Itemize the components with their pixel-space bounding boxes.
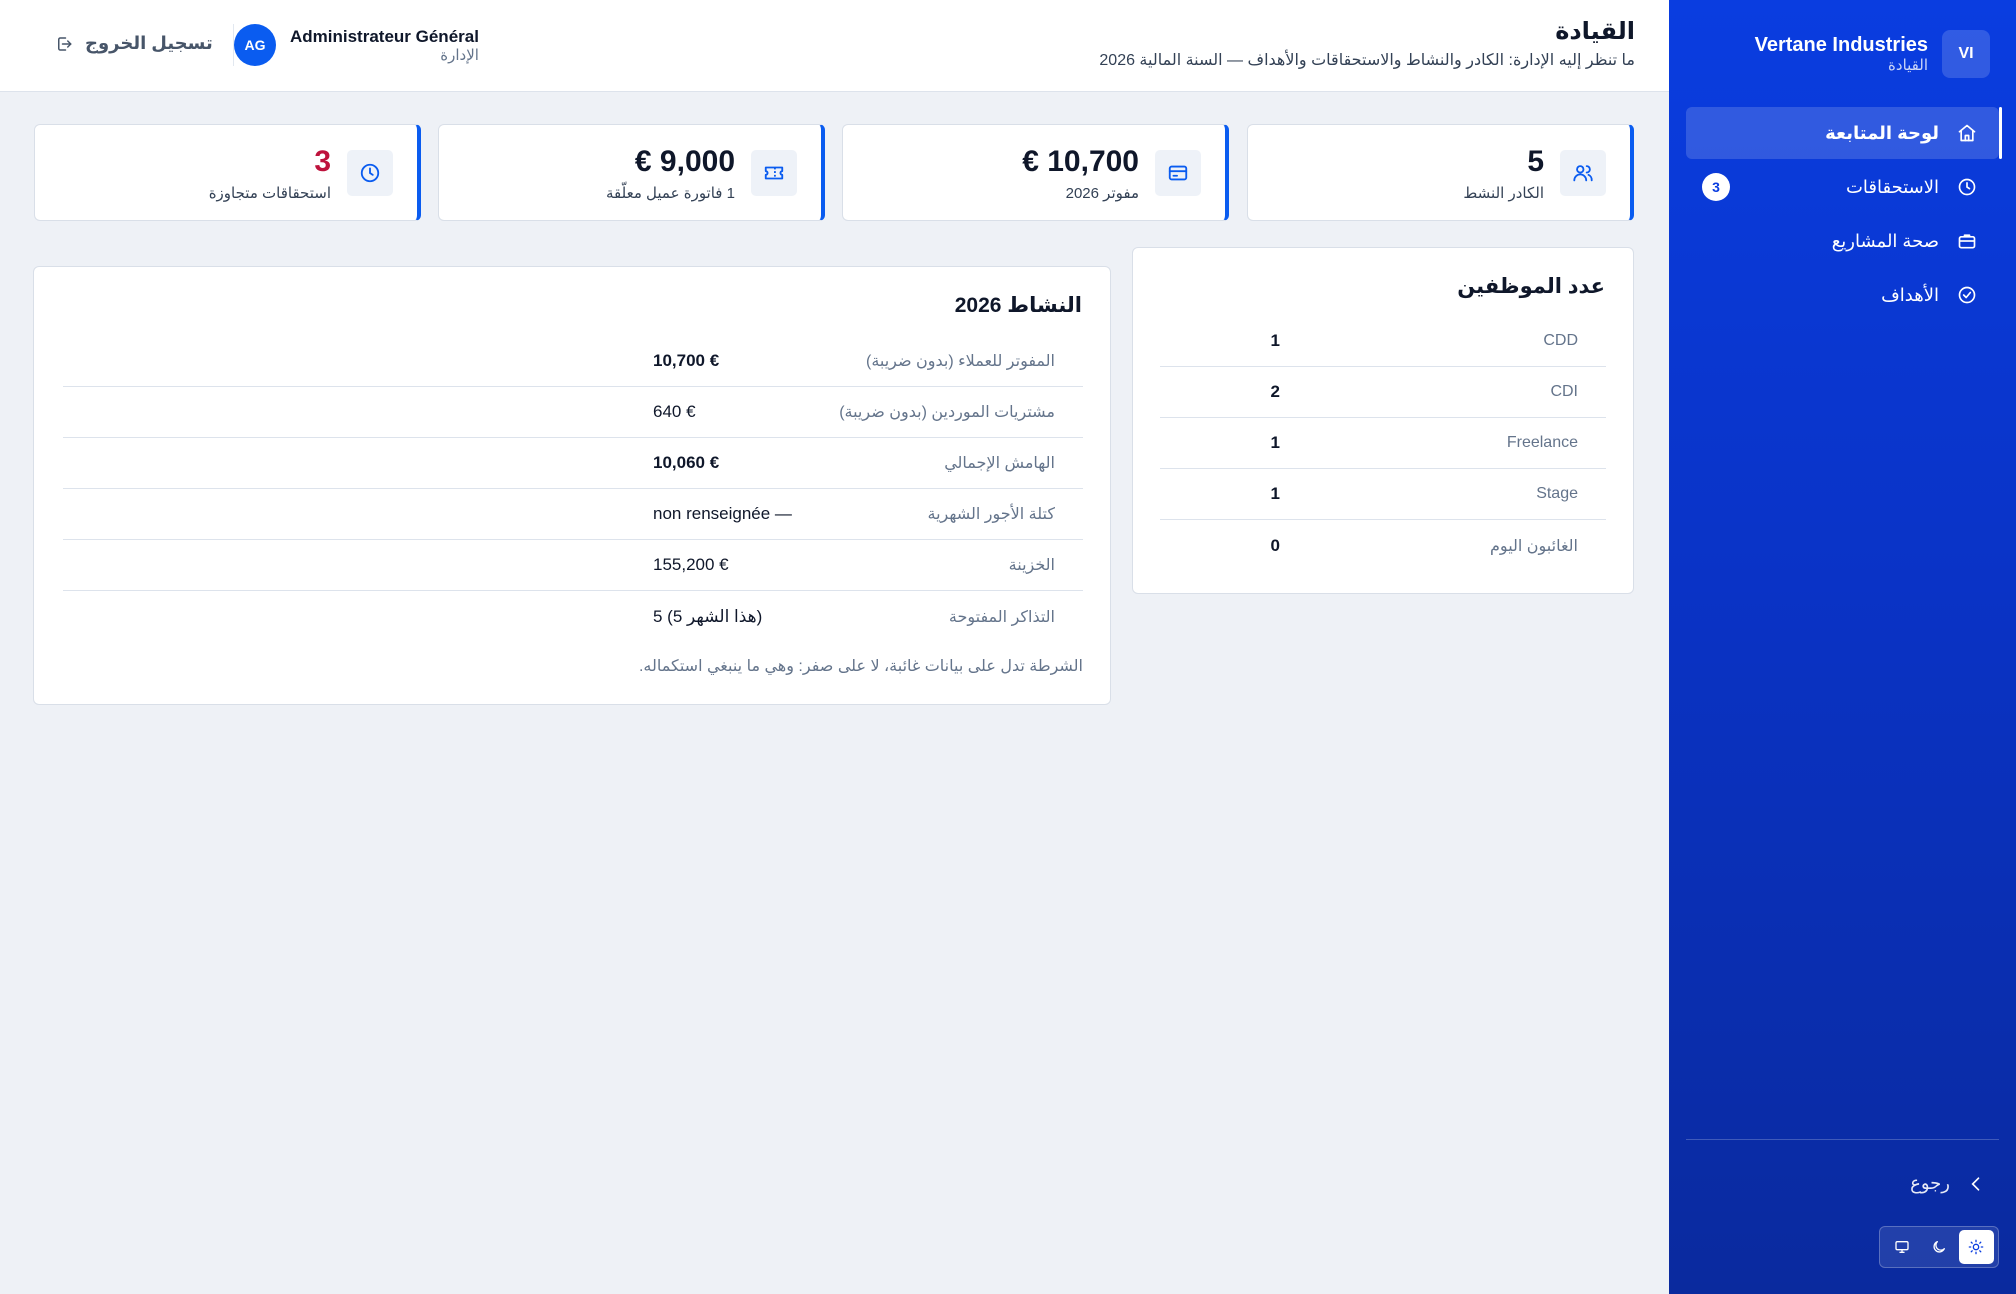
- header-divider: [233, 24, 234, 66]
- row-value: non renseignée —: [653, 504, 792, 523]
- briefcase-icon: [1957, 231, 1977, 251]
- user-info: Administrateur Général الإدارة: [290, 27, 479, 64]
- top-header: القيادة ما تنظر إليه الإدارة: الكادر وال…: [0, 0, 1669, 92]
- brand-subtitle: القيادة: [1888, 57, 1928, 74]
- credit-card-icon: [1155, 150, 1201, 196]
- stat-cards: 5 الكادر النشط € 10,700 مفوتر 2026 € 9,0…: [34, 124, 1634, 221]
- sidebar-item-goals[interactable]: الأهداف: [1686, 269, 1999, 321]
- table-row: كتلة الأجور الشهرية non renseignée —: [63, 489, 1083, 540]
- row-label: CDD: [1543, 332, 1578, 349]
- back-button[interactable]: رجوع: [1910, 1173, 1986, 1194]
- moon-icon: [1933, 1241, 1946, 1253]
- stat-label: استحقاقات متجاوزة: [208, 185, 331, 202]
- table-row: مشتريات الموردين (بدون ضريبة) € 640: [63, 387, 1083, 438]
- ticket-icon: [751, 150, 797, 196]
- table-row: Freelance 1: [1160, 418, 1606, 469]
- table-row: CDI 2: [1160, 367, 1606, 418]
- stat-value: 3: [314, 145, 331, 178]
- headcount-table: CDD 1 CDI 2 Freelance 1 Stage 1 الغائبون…: [1160, 316, 1606, 571]
- table-row: المفوتر للعملاء (بدون ضريبة) € 10,700: [63, 336, 1083, 387]
- row-label: Freelance: [1506, 434, 1578, 451]
- sidebar-item-deadlines[interactable]: الاستحقاقات 3: [1686, 161, 1999, 213]
- row-value: € 155,200: [653, 555, 729, 574]
- logout-button[interactable]: تسجيل الخروج: [55, 33, 213, 54]
- row-value: € 10,060: [653, 453, 720, 472]
- sidebar-item-label: لوحة المتابعة: [1825, 122, 1939, 143]
- table-row: التذاكر المفتوحة 5 (5 هذا الشهر): [63, 591, 1083, 642]
- table-row: CDD 1: [1160, 316, 1606, 367]
- page-subtitle: ما تنظر إليه الإدارة: الكادر والنشاط وال…: [1099, 52, 1635, 69]
- activity-table: المفوتر للعملاء (بدون ضريبة) € 10,700 مش…: [63, 336, 1083, 642]
- sidebar-item-label: الأهداف: [1881, 284, 1939, 305]
- theme-switch: [1879, 1226, 1999, 1268]
- table-row: الخزينة € 155,200: [63, 540, 1083, 591]
- activity-footnote: الشرطة تدل على بيانات غائبة، لا على صفر:…: [638, 658, 1083, 675]
- user-name: Administrateur Général: [290, 26, 479, 46]
- back-label: رجوع: [1910, 1173, 1950, 1193]
- logout-label: تسجيل الخروج: [85, 33, 213, 53]
- row-value: 1: [1270, 433, 1280, 452]
- sun-icon: [1969, 1239, 1984, 1255]
- stat-value: € 10,700: [1022, 145, 1139, 178]
- row-label: الخزينة: [1008, 557, 1055, 574]
- row-label: CDI: [1550, 383, 1578, 400]
- stat-value: € 9,000: [634, 145, 735, 178]
- sidebar: VI Vertane Industries القيادة لوحة المتا…: [1669, 0, 2016, 1294]
- brand-text: Vertane Industries القيادة: [1755, 33, 1928, 75]
- brand[interactable]: VI Vertane Industries القيادة: [1755, 30, 1990, 78]
- row-label: المفوتر للعملاء (بدون ضريبة): [865, 353, 1055, 370]
- clock-icon: [347, 150, 393, 196]
- avatar: AG: [234, 24, 276, 66]
- page-title: القيادة: [1555, 18, 1635, 45]
- row-value: 5 (5 هذا الشهر): [653, 606, 763, 626]
- theme-system-button[interactable]: [1884, 1230, 1919, 1264]
- row-label: الهامش الإجمالي: [944, 455, 1055, 472]
- monitor-icon: [1895, 1241, 1909, 1253]
- logout-icon: [58, 36, 72, 51]
- row-label: Stage: [1536, 485, 1578, 502]
- panel-title: النشاط 2026: [954, 294, 1082, 317]
- sidebar-item-label: الاستحقاقات: [1845, 176, 1939, 197]
- stat-card-overdue[interactable]: 3 استحقاقات متجاوزة: [34, 124, 421, 221]
- theme-dark-button[interactable]: [1921, 1230, 1956, 1264]
- clock-icon: [1957, 177, 1977, 197]
- stat-label: الكادر النشط: [1463, 185, 1544, 202]
- row-value: 1: [1270, 484, 1280, 503]
- row-value: 1: [1270, 331, 1280, 350]
- sidebar-nav: لوحة المتابعة الاستحقاقات 3 صحة المشاريع…: [1686, 107, 2002, 323]
- stat-label: 1 فاتورة عميل معلّقة: [606, 185, 735, 202]
- sidebar-item-label: صحة المشاريع: [1831, 230, 1939, 251]
- users-icon: [1560, 150, 1606, 196]
- sidebar-divider: [1686, 1139, 1999, 1140]
- sidebar-item-dashboard[interactable]: لوحة المتابعة: [1686, 107, 2002, 159]
- row-value: 0: [1270, 535, 1280, 555]
- stat-value: 5: [1527, 145, 1544, 178]
- stat-card-pending-invoice[interactable]: € 9,000 1 فاتورة عميل معلّقة: [438, 124, 825, 221]
- panel-title: عدد الموظفين: [1457, 275, 1605, 298]
- row-label: الغائبون اليوم: [1490, 537, 1578, 555]
- user-menu[interactable]: Administrateur Général الإدارة AG: [234, 24, 479, 66]
- row-label: التذاكر المفتوحة: [948, 608, 1055, 626]
- deadlines-count-badge: 3: [1702, 173, 1730, 201]
- row-label: كتلة الأجور الشهرية: [927, 506, 1056, 523]
- sidebar-item-project-health[interactable]: صحة المشاريع: [1686, 215, 1999, 267]
- stat-label: مفوتر 2026: [1065, 185, 1139, 202]
- table-row: الهامش الإجمالي € 10,060: [63, 438, 1083, 489]
- home-icon: [1957, 123, 1977, 143]
- row-label: مشتريات الموردين (بدون ضريبة): [839, 404, 1055, 421]
- table-row: الغائبون اليوم 0: [1160, 520, 1606, 571]
- brand-name: Vertane Industries: [1754, 34, 1928, 56]
- row-value: € 10,700: [653, 351, 720, 370]
- check-circle-icon: [1957, 285, 1977, 305]
- user-role: الإدارة: [440, 46, 479, 64]
- row-value: 2: [1270, 382, 1280, 401]
- row-value: € 640: [653, 402, 696, 421]
- brand-avatar: VI: [1942, 30, 1990, 78]
- chevron-left-icon: [1971, 1176, 1980, 1191]
- theme-light-button[interactable]: [1958, 1230, 1994, 1264]
- stat-card-billed[interactable]: € 10,700 مفوتر 2026: [842, 124, 1229, 221]
- table-row: Stage 1: [1160, 469, 1606, 520]
- stat-card-active-staff[interactable]: 5 الكادر النشط: [1247, 124, 1634, 221]
